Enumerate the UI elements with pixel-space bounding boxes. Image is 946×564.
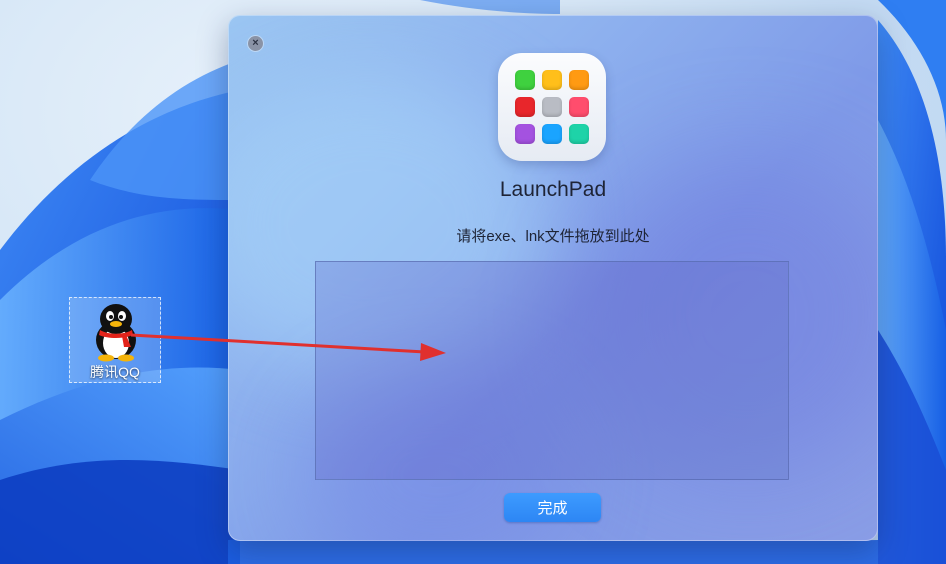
launchpad-app-icon	[498, 53, 606, 161]
app-title: LaunchPad	[499, 178, 607, 201]
file-drop-zone[interactable]	[315, 261, 789, 480]
close-button[interactable]: ×	[248, 36, 263, 51]
app-icon-tile	[569, 97, 589, 117]
app-icon-tile	[542, 97, 562, 117]
done-button[interactable]: 完成	[504, 493, 601, 522]
app-icon-tile	[569, 124, 589, 144]
app-icon-tile	[569, 70, 589, 90]
app-icon-tile	[515, 97, 535, 117]
drop-instruction: 请将exe、lnk文件拖放到此处	[456, 228, 650, 245]
qq-penguin-icon	[88, 302, 144, 367]
app-icon-tile	[542, 124, 562, 144]
app-icon-tile	[542, 70, 562, 90]
desktop-icon-label: 腾讯QQ	[90, 364, 140, 380]
app-icon-tile	[515, 70, 535, 90]
close-icon: ×	[252, 37, 259, 49]
app-icon-grid	[515, 70, 589, 144]
app-icon-tile	[515, 124, 535, 144]
launchpad-dialog: × LaunchPad 请将exe、lnk文件拖放到此处 完成	[228, 15, 878, 541]
desktop-icon-qq[interactable]: 腾讯QQ	[69, 297, 161, 383]
